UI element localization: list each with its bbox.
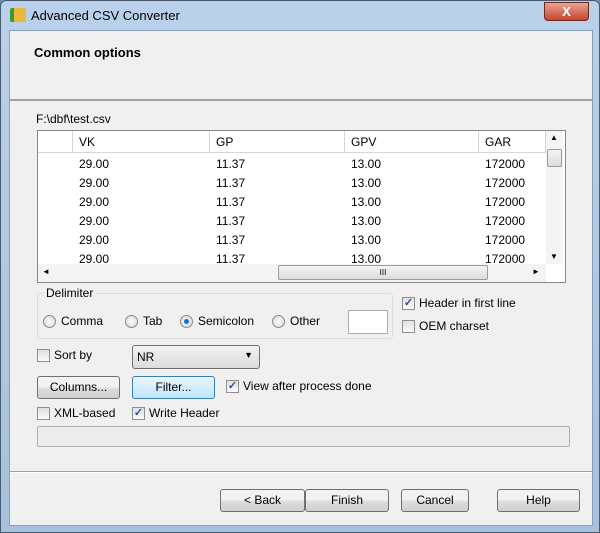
sort-by-checkbox[interactable] [37, 349, 50, 362]
grid-cell[interactable]: 172000 [479, 249, 546, 268]
dialog-window: Advanced CSV Converter X Common options … [0, 0, 600, 533]
scroll-left-icon[interactable]: ◄ [42, 267, 50, 276]
grid-cell[interactable]: 11.37 [210, 230, 345, 249]
column-header-gar[interactable]: GAR [479, 131, 546, 153]
radio-label-comma[interactable]: Comma [61, 314, 103, 328]
grid-cell[interactable]: 172000 [479, 230, 546, 249]
grid-cell[interactable]: 13.00 [345, 173, 479, 192]
vertical-scroll-thumb[interactable] [547, 149, 562, 167]
grid-cell[interactable]: 13.00 [345, 192, 479, 211]
column-header-gp[interactable]: GP [210, 131, 345, 153]
scroll-down-icon[interactable]: ▼ [550, 252, 558, 261]
grid-cell[interactable]: 13.00 [345, 249, 479, 268]
progress-bar [37, 426, 570, 447]
view-after-label[interactable]: View after process done [243, 379, 372, 393]
column-header-gpv[interactable]: GPV [345, 131, 479, 153]
wizard-header: Common options [10, 31, 592, 101]
delimiter-legend: Delimiter [44, 286, 96, 300]
sort-by-dropdown[interactable]: NR ▼ [132, 345, 260, 369]
grid-cell[interactable]: 13.00 [345, 154, 479, 173]
help-button[interactable]: Help [497, 489, 580, 512]
oem-charset-checkbox[interactable] [402, 320, 415, 333]
grid-cell[interactable]: 29.00 [73, 230, 210, 249]
radio-label-other[interactable]: Other [290, 314, 320, 328]
chevron-down-icon: ▼ [244, 350, 253, 360]
write-header-checkbox[interactable]: ✓ [132, 407, 145, 420]
xml-based-label[interactable]: XML-based [54, 406, 115, 420]
oem-charset-label[interactable]: OEM charset [419, 319, 489, 333]
grid-cell[interactable]: 13.00 [345, 230, 479, 249]
grid-cell[interactable]: 11.37 [210, 192, 345, 211]
columns-button[interactable]: Columns... [37, 376, 120, 399]
grid-cell[interactable]: 11.37 [210, 154, 345, 173]
footer-divider [10, 471, 592, 473]
grid-cell[interactable]: 11.37 [210, 211, 345, 230]
radio-other[interactable] [272, 315, 285, 328]
header-in-first-line-checkbox[interactable]: ✓ [402, 297, 415, 310]
radio-tab[interactable] [125, 315, 138, 328]
vertical-scrollbar[interactable]: ▲ ▼ [546, 131, 563, 264]
grid-cell[interactable]: 29.00 [73, 211, 210, 230]
filter-button[interactable]: Filter... [132, 376, 215, 399]
back-button[interactable]: < Back [220, 489, 305, 512]
column-header-vk[interactable]: VK [73, 131, 210, 153]
grid-cell[interactable]: 11.37 [210, 249, 345, 268]
data-grid[interactable]: ▲ ▼ ◄ III ► VK GP GPV GAR 29.00 11.37 13.00 172… [37, 130, 566, 283]
radio-label-tab[interactable]: Tab [143, 314, 162, 328]
grid-cell[interactable]: 13.00 [345, 211, 479, 230]
scroll-right-icon[interactable]: ► [532, 267, 540, 276]
finish-button[interactable]: Finish [305, 489, 389, 512]
cancel-button[interactable]: Cancel [401, 489, 469, 512]
window-title: Advanced CSV Converter [31, 8, 180, 23]
app-icon [10, 8, 26, 22]
grid-cell[interactable]: 172000 [479, 173, 546, 192]
view-after-checkbox[interactable]: ✓ [226, 380, 239, 393]
other-delimiter-input[interactable] [348, 310, 388, 334]
radio-comma[interactable] [43, 315, 56, 328]
grid-cell[interactable]: 29.00 [73, 173, 210, 192]
grid-cell[interactable]: 172000 [479, 211, 546, 230]
grid-cell[interactable]: 29.00 [73, 249, 210, 268]
file-path-label: F:\dbf\test.csv [36, 112, 111, 126]
sort-by-label[interactable]: Sort by [54, 348, 92, 362]
delimiter-group: Delimiter Comma Tab Semicolon Other [37, 286, 393, 339]
grid-cell[interactable]: 29.00 [73, 192, 210, 211]
grid-cell[interactable]: 11.37 [210, 173, 345, 192]
sort-by-value: NR [137, 350, 155, 364]
radio-semicolon[interactable] [180, 315, 193, 328]
radio-label-semicolon[interactable]: Semicolon [198, 314, 254, 328]
grid-cell[interactable]: 172000 [479, 154, 546, 173]
header-in-first-line-label[interactable]: Header in first line [419, 296, 516, 310]
xml-based-checkbox[interactable] [37, 407, 50, 420]
client-area: Common options F:\dbf\test.csv ▲ ▼ ◄ III… [9, 30, 593, 526]
grid-cell[interactable]: 172000 [479, 192, 546, 211]
write-header-label[interactable]: Write Header [149, 406, 219, 420]
scroll-up-icon[interactable]: ▲ [550, 133, 558, 142]
page-title: Common options [34, 45, 141, 60]
grid-cell[interactable]: 29.00 [73, 154, 210, 173]
row-indicator-header [38, 131, 73, 153]
close-button[interactable]: X [544, 2, 589, 21]
